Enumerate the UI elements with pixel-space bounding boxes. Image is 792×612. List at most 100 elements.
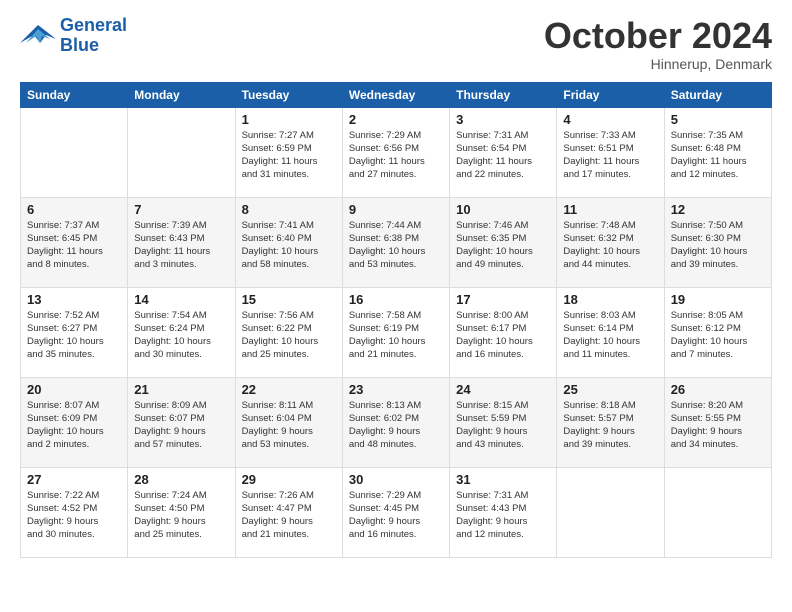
day-info: Sunrise: 7:29 AMSunset: 6:56 PMDaylight:…	[349, 129, 443, 182]
calendar-cell: 15 Sunrise: 7:56 AMSunset: 6:22 PMDayligh…	[235, 287, 342, 377]
day-info: Sunrise: 8:15 AMSunset: 5:59 PMDaylight:…	[456, 399, 550, 452]
calendar-cell	[21, 107, 128, 197]
day-info: Sunrise: 7:39 AMSunset: 6:43 PMDaylight:…	[134, 219, 228, 272]
calendar-cell: 16 Sunrise: 7:58 AMSunset: 6:19 PMDayligh…	[342, 287, 449, 377]
day-number: 1	[242, 112, 336, 127]
calendar-cell: 9Sunrise: 7:44 AMSunset: 6:38 PMDaylight…	[342, 197, 449, 287]
day-number: 28	[134, 472, 228, 487]
day-number: 5	[671, 112, 765, 127]
day-info: Sunrise: 8:20 AMSunset: 5:55 PMDaylight:…	[671, 399, 765, 452]
logo-general: General	[60, 16, 127, 36]
calendar-cell: 22Sunrise: 8:11 AMSunset: 6:04 PMDayligh…	[235, 377, 342, 467]
day-number: 31	[456, 472, 550, 487]
day-number: 22	[242, 382, 336, 397]
calendar-cell: 18 Sunrise: 8:03 AMSunset: 6:14 PMDayligh…	[557, 287, 664, 377]
calendar-table: SundayMondayTuesdayWednesdayThursdayFrid…	[20, 82, 772, 558]
day-number: 2	[349, 112, 443, 127]
weekday-header-saturday: Saturday	[664, 82, 771, 107]
day-info: Sunrise: 8:00 AMSunset: 6:17 PMDaylight:…	[456, 309, 550, 362]
day-number: 14	[134, 292, 228, 307]
logo: General Blue	[20, 16, 127, 56]
day-info: Sunrise: 8:07 AMSunset: 6:09 PMDaylight:…	[27, 399, 121, 452]
calendar-cell: 14Sunrise: 7:54 AMSunset: 6:24 PMDayligh…	[128, 287, 235, 377]
day-info: Sunrise: 7:56 AMSunset: 6:22 PMDaylight:…	[242, 309, 336, 362]
day-number: 29	[242, 472, 336, 487]
calendar-cell: 4 Sunrise: 7:33 AMSunset: 6:51 PMDaylight…	[557, 107, 664, 197]
day-info: Sunrise: 7:27 AMSunset: 6:59 PMDaylight:…	[242, 129, 336, 182]
calendar-cell: 30 Sunrise: 7:29 AMSunset: 4:45 PMDayligh…	[342, 467, 449, 557]
calendar-cell: 20Sunrise: 8:07 AMSunset: 6:09 PMDayligh…	[21, 377, 128, 467]
day-number: 17	[456, 292, 550, 307]
calendar-cell	[128, 107, 235, 197]
calendar-cell: 2 Sunrise: 7:29 AMSunset: 6:56 PMDaylight…	[342, 107, 449, 197]
day-number: 21	[134, 382, 228, 397]
calendar-header-row: SundayMondayTuesdayWednesdayThursdayFrid…	[21, 82, 772, 107]
weekday-header-tuesday: Tuesday	[235, 82, 342, 107]
calendar-cell: 28Sunrise: 7:24 AMSunset: 4:50 PMDayligh…	[128, 467, 235, 557]
day-info: Sunrise: 7:52 AMSunset: 6:27 PMDaylight:…	[27, 309, 121, 362]
day-info: Sunrise: 7:26 AMSunset: 4:47 PMDaylight:…	[242, 489, 336, 542]
month-title: October 2024	[544, 16, 772, 56]
calendar-week-row: 27Sunrise: 7:22 AMSunset: 4:52 PMDayligh…	[21, 467, 772, 557]
day-info: Sunrise: 7:46 AMSunset: 6:35 PMDaylight:…	[456, 219, 550, 272]
calendar-cell: 31Sunrise: 7:31 AMSunset: 4:43 PMDayligh…	[450, 467, 557, 557]
day-number: 15	[242, 292, 336, 307]
calendar-cell: 19 Sunrise: 8:05 AMSunset: 6:12 PMDayligh…	[664, 287, 771, 377]
calendar-cell: 17 Sunrise: 8:00 AMSunset: 6:17 PMDayligh…	[450, 287, 557, 377]
day-number: 16	[349, 292, 443, 307]
logo-blue: Blue	[60, 36, 127, 56]
calendar-cell: 12Sunrise: 7:50 AMSunset: 6:30 PMDayligh…	[664, 197, 771, 287]
calendar-cell	[664, 467, 771, 557]
day-info: Sunrise: 7:41 AMSunset: 6:40 PMDaylight:…	[242, 219, 336, 272]
logo-icon	[20, 21, 56, 51]
day-info: Sunrise: 7:50 AMSunset: 6:30 PMDaylight:…	[671, 219, 765, 272]
weekday-header-wednesday: Wednesday	[342, 82, 449, 107]
day-info: Sunrise: 7:29 AMSunset: 4:45 PMDaylight:…	[349, 489, 443, 542]
calendar-week-row: 13Sunrise: 7:52 AMSunset: 6:27 PMDayligh…	[21, 287, 772, 377]
day-number: 19	[671, 292, 765, 307]
header: General Blue October 2024 Hinnerup, Denm…	[20, 16, 772, 72]
day-number: 9	[349, 202, 443, 217]
day-info: Sunrise: 8:09 AMSunset: 6:07 PMDaylight:…	[134, 399, 228, 452]
weekday-header-friday: Friday	[557, 82, 664, 107]
day-number: 3	[456, 112, 550, 127]
calendar-cell: 3 Sunrise: 7:31 AMSunset: 6:54 PMDaylight…	[450, 107, 557, 197]
calendar-cell: 1 Sunrise: 7:27 AMSunset: 6:59 PMDaylight…	[235, 107, 342, 197]
calendar-cell: 5Sunrise: 7:35 AMSunset: 6:48 PMDaylight…	[664, 107, 771, 197]
calendar-cell: 6Sunrise: 7:37 AMSunset: 6:45 PMDaylight…	[21, 197, 128, 287]
day-number: 7	[134, 202, 228, 217]
calendar-cell	[557, 467, 664, 557]
calendar-cell: 29 Sunrise: 7:26 AMSunset: 4:47 PMDayligh…	[235, 467, 342, 557]
calendar-week-row: 6Sunrise: 7:37 AMSunset: 6:45 PMDaylight…	[21, 197, 772, 287]
day-number: 4	[563, 112, 657, 127]
calendar-week-row: 20Sunrise: 8:07 AMSunset: 6:09 PMDayligh…	[21, 377, 772, 467]
day-info: Sunrise: 7:48 AMSunset: 6:32 PMDaylight:…	[563, 219, 657, 272]
day-number: 27	[27, 472, 121, 487]
calendar-cell: 27Sunrise: 7:22 AMSunset: 4:52 PMDayligh…	[21, 467, 128, 557]
day-number: 26	[671, 382, 765, 397]
day-info: Sunrise: 7:31 AMSunset: 6:54 PMDaylight:…	[456, 129, 550, 182]
day-info: Sunrise: 8:03 AMSunset: 6:14 PMDaylight:…	[563, 309, 657, 362]
day-number: 25	[563, 382, 657, 397]
day-info: Sunrise: 7:58 AMSunset: 6:19 PMDaylight:…	[349, 309, 443, 362]
calendar-week-row: 1 Sunrise: 7:27 AMSunset: 6:59 PMDaylight…	[21, 107, 772, 197]
day-number: 23	[349, 382, 443, 397]
day-info: Sunrise: 8:18 AMSunset: 5:57 PMDaylight:…	[563, 399, 657, 452]
day-number: 10	[456, 202, 550, 217]
day-number: 6	[27, 202, 121, 217]
day-info: Sunrise: 8:05 AMSunset: 6:12 PMDaylight:…	[671, 309, 765, 362]
calendar-cell: 23Sunrise: 8:13 AMSunset: 6:02 PMDayligh…	[342, 377, 449, 467]
day-number: 18	[563, 292, 657, 307]
day-number: 8	[242, 202, 336, 217]
calendar-cell: 7 Sunrise: 7:39 AMSunset: 6:43 PMDaylight…	[128, 197, 235, 287]
weekday-header-thursday: Thursday	[450, 82, 557, 107]
location: Hinnerup, Denmark	[544, 56, 772, 72]
title-block: October 2024 Hinnerup, Denmark	[544, 16, 772, 72]
day-info: Sunrise: 7:33 AMSunset: 6:51 PMDaylight:…	[563, 129, 657, 182]
calendar-cell: 11Sunrise: 7:48 AMSunset: 6:32 PMDayligh…	[557, 197, 664, 287]
calendar-cell: 8 Sunrise: 7:41 AMSunset: 6:40 PMDaylight…	[235, 197, 342, 287]
calendar-cell: 26 Sunrise: 8:20 AMSunset: 5:55 PMDayligh…	[664, 377, 771, 467]
day-number: 30	[349, 472, 443, 487]
calendar-cell: 25 Sunrise: 8:18 AMSunset: 5:57 PMDayligh…	[557, 377, 664, 467]
page: General Blue October 2024 Hinnerup, Denm…	[0, 0, 792, 574]
